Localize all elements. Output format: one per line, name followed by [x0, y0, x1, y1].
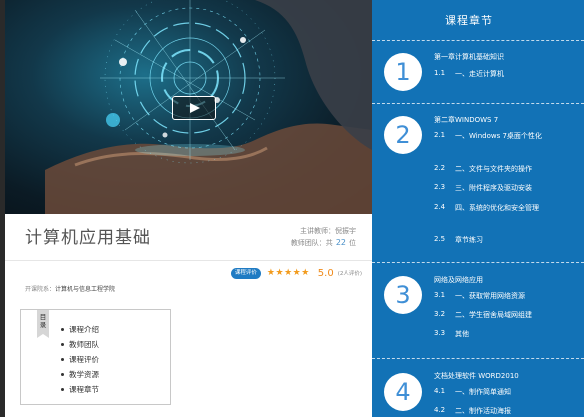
chapter-number: 4 — [384, 373, 422, 411]
team-line: 教师团队：共 22 位 — [291, 238, 356, 248]
lesson-item[interactable]: 2.2 二、文件与文件夹的操作 — [434, 164, 567, 175]
chapter-number: 2 — [384, 116, 422, 154]
bullet-icon — [61, 373, 64, 376]
lesson-item[interactable]: 2.3 三、附件程序及驱动安装 — [434, 183, 567, 194]
chapter-title[interactable]: 第一章计算机基础知识 — [434, 52, 504, 62]
course-info-card: 计算机应用基础 主讲教师：倪振宇 教师团队：共 22 位 课程评价 ★★★★★ 5.… — [5, 214, 372, 417]
rating-count: (2人评价) — [337, 271, 362, 277]
rating-row: 课程评价 ★★★★★ 5.0 (2人评价) — [230, 267, 362, 279]
toc-item-label: 课程评价 — [69, 355, 99, 364]
bullet-icon — [61, 343, 64, 346]
lesson-item[interactable]: 3.1 一、获取常用网络资源 — [434, 291, 567, 302]
lesson-title: 其他 — [455, 330, 469, 338]
star-icon: ★ — [292, 268, 302, 278]
teacher-line: 主讲教师：倪振宇 — [300, 226, 356, 236]
lesson-title: 一、获取常用网络资源 — [455, 292, 525, 300]
lesson-number: 2.5 — [434, 235, 446, 243]
lesson-number: 3.1 — [434, 291, 446, 299]
chapter-title[interactable]: 文档处理软件 WORD2010 — [434, 371, 519, 381]
rating-score: 5.0 — [317, 267, 334, 279]
lesson-item[interactable]: 1.1 一、走近计算机 — [434, 69, 567, 80]
lesson-number: 2.2 — [434, 164, 446, 172]
lesson-item[interactable]: 4.2 二、制作活动海报 — [434, 406, 567, 417]
toc-item-label: 教师团队 — [69, 340, 99, 349]
course-title: 计算机应用基础 — [25, 228, 151, 248]
team-count: 22 — [335, 238, 346, 247]
lesson-title: 二、学生宿舍局域网组建 — [455, 311, 532, 319]
team-prefix: 教师团队：共 — [290, 239, 333, 247]
star-rating: ★★★★★ — [267, 268, 310, 278]
play-button[interactable] — [172, 96, 216, 120]
teacher-name[interactable]: 倪振宇 — [335, 227, 356, 235]
lesson-item[interactable]: 4.1 一、制作简单通知 — [434, 387, 567, 398]
divider — [372, 40, 584, 41]
lesson-number: 4.1 — [434, 387, 446, 395]
lesson-number: 3.3 — [434, 329, 446, 337]
teacher-label: 主讲教师： — [300, 227, 335, 235]
lesson-title: 一、制作简单通知 — [455, 388, 511, 396]
toc-list: 课程介绍 教师团队 课程评价 教学资源 课程章节 — [61, 322, 99, 397]
institution-label: 开课院系： — [25, 286, 56, 293]
institution-line: 开课院系：计算机与信息工程学院 — [25, 284, 115, 293]
lesson-title: 章节练习 — [455, 236, 483, 244]
course-video[interactable] — [5, 0, 372, 214]
lesson-number: 3.2 — [434, 310, 446, 318]
toc-item-chapters[interactable]: 课程章节 — [61, 382, 99, 397]
divider — [372, 358, 584, 359]
lesson-number: 1.1 — [434, 69, 446, 77]
lesson-item[interactable]: 3.3 其他 — [434, 329, 567, 340]
lesson-number: 4.2 — [434, 406, 446, 414]
toc-item-resources[interactable]: 教学资源 — [61, 367, 99, 382]
bullet-icon — [61, 328, 64, 331]
toc-item-label: 课程介绍 — [69, 325, 99, 334]
chapter-number: 3 — [384, 276, 422, 314]
divider — [372, 103, 584, 104]
toc-item-team[interactable]: 教师团队 — [61, 337, 99, 352]
toc-item-reviews[interactable]: 课程评价 — [61, 352, 99, 367]
star-icon: ★ — [275, 268, 285, 278]
course-page: 计算机应用基础 主讲教师：倪振宇 教师团队：共 22 位 课程评价 ★★★★★ 5.… — [0, 0, 584, 417]
chapter-title[interactable]: 第二章WINDOWS 7 — [434, 115, 498, 125]
table-of-contents: 目录 课程介绍 教师团队 课程评价 教学资源 课程章节 — [20, 309, 171, 405]
lesson-title: 一、走近计算机 — [455, 70, 504, 78]
title-divider — [5, 260, 372, 261]
toc-tag: 目录 — [37, 310, 49, 338]
toc-item-intro[interactable]: 课程介绍 — [61, 322, 99, 337]
lesson-item[interactable]: 2.4 四、系统的优化和安全管理 — [434, 203, 567, 214]
team-suffix: 位 — [349, 239, 356, 247]
chapter-title[interactable]: 网络及网络应用 — [434, 275, 483, 285]
chapters-panel: 课程章节 1 第一章计算机基础知识 1.1 一、走近计算机 2 第二章WINDO… — [372, 0, 584, 417]
panel-title: 课程章节 — [445, 14, 493, 27]
star-icon: ★ — [284, 268, 293, 278]
rating-badge[interactable]: 课程评价 — [230, 267, 261, 279]
lesson-item[interactable]: 2.1 一、Windows 7桌面个性化 — [434, 131, 567, 142]
divider — [372, 262, 584, 263]
chapter-number: 1 — [384, 53, 422, 91]
lesson-number: 2.1 — [434, 131, 446, 139]
lesson-item[interactable]: 2.5 章节练习 — [434, 235, 567, 246]
lesson-number: 2.4 — [434, 203, 446, 211]
lesson-title: 二、制作活动海报 — [455, 407, 511, 415]
lesson-title: 四、系统的优化和安全管理 — [455, 204, 539, 212]
lesson-item[interactable]: 3.2 二、学生宿舍局域网组建 — [434, 310, 567, 321]
lesson-title: 二、文件与文件夹的操作 — [455, 165, 532, 173]
bullet-icon — [61, 358, 64, 361]
toc-item-label: 课程章节 — [69, 385, 99, 394]
bullet-icon — [61, 388, 64, 391]
institution-name: 计算机与信息工程学院 — [55, 286, 116, 293]
star-icon: ★ — [301, 268, 310, 278]
lesson-title: 三、附件程序及驱动安装 — [455, 184, 532, 192]
play-icon — [190, 103, 200, 113]
lesson-number: 2.3 — [434, 183, 446, 191]
toc-item-label: 教学资源 — [69, 370, 99, 379]
lesson-title: 一、Windows 7桌面个性化 — [455, 132, 542, 140]
